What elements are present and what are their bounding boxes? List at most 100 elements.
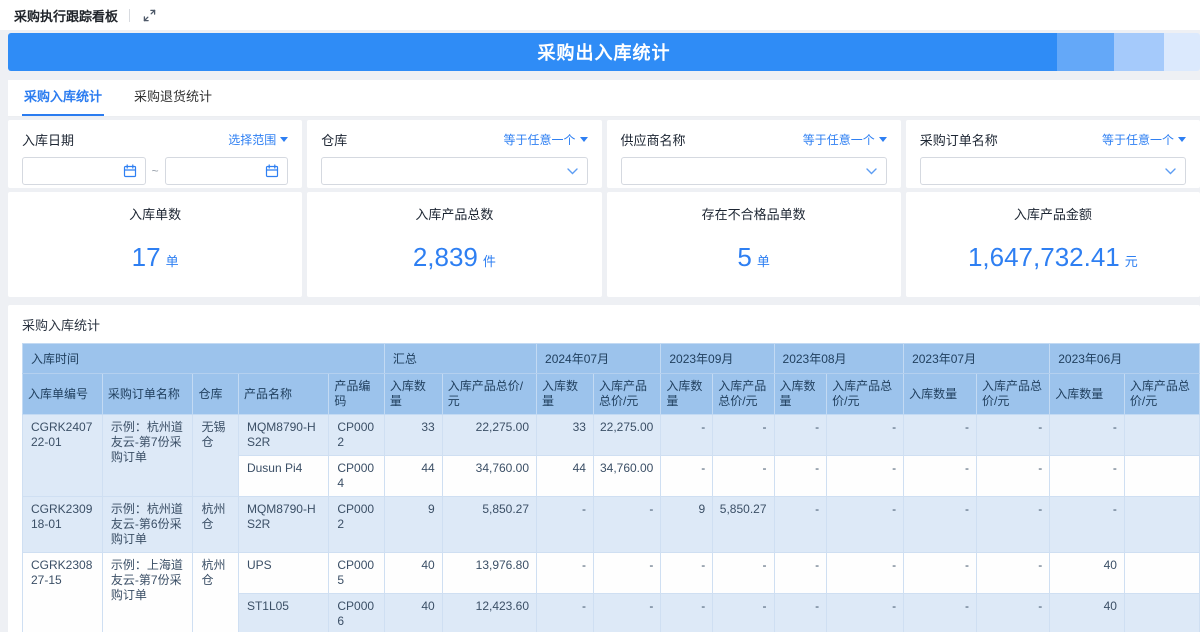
cell-value: -: [773, 552, 828, 594]
kpi-title: 入库单数: [129, 207, 182, 222]
chevron-down-icon: [866, 167, 877, 174]
table-scroll-area[interactable]: 入库时间 汇总 2024年07月 2023年09月 2023年08月 2023年07月 20…: [22, 343, 1200, 632]
kpi-value: 2,839 件: [412, 241, 496, 272]
cell-product-code: CP0002: [328, 414, 385, 456]
date-range-separator: ~: [151, 164, 159, 178]
banner-title: 采购出入库统计: [537, 43, 671, 63]
cell-value: -: [536, 552, 594, 594]
kpi-title: 入库产品总数: [415, 207, 494, 222]
filter-mode-link[interactable]: 等于任意一个: [503, 131, 588, 148]
dashboard-banner: 采购出入库统计: [8, 33, 1200, 71]
cell-value: 34,760.00: [441, 455, 538, 497]
filter-row: 入库日期 选择范围 ~ 仓库 等于任意一个 供应商名称 等于任意一个 采购订单名…: [8, 120, 1200, 188]
cell-value: -: [592, 552, 662, 594]
chevron-down-icon: [566, 167, 578, 174]
cell-value: 22,275.00: [592, 414, 662, 456]
table-row: CGRK230918-01 示例：杭州道友云-第6份采购订单 杭州仓 MQM8790-…: [22, 496, 1200, 553]
cell-value: 9: [383, 496, 443, 553]
cell-value: -: [826, 593, 905, 632]
filter-mode-link[interactable]: 等于任意一个: [803, 131, 887, 148]
column-header: 入库产品总价/元: [712, 373, 775, 415]
cell-product-code: CP0005: [328, 552, 385, 594]
cell-value: -: [536, 593, 594, 632]
column-header: 入库产品总价/元: [441, 373, 538, 415]
column-group-header: 2023年09月: [660, 343, 775, 374]
column-header: 入库数量: [536, 373, 594, 415]
column-header: 入库产品总价/元: [826, 373, 905, 415]
kpi-inbound-amount: 入库产品金额 1,647,732.41 元: [905, 192, 1200, 297]
cell-value: -: [773, 593, 828, 632]
cell-value: -: [1049, 496, 1125, 553]
filter-purchase-order: 采购订单名称 等于任意一个: [905, 120, 1200, 188]
column-group-header: 汇总: [383, 343, 538, 374]
cell-value: [1123, 593, 1200, 632]
purchase-inbound-table: 入库时间 汇总 2024年07月 2023年09月 2023年08月 2023年07月 20…: [22, 343, 1200, 632]
cell-value: 40: [1049, 593, 1125, 632]
cell-warehouse: 杭州仓: [192, 552, 239, 632]
cell-value: -: [826, 414, 905, 456]
calendar-icon: [123, 164, 136, 178]
kpi-title: 入库产品金额: [1013, 207, 1092, 222]
filter-label: 入库日期: [22, 133, 75, 148]
column-header: 入库单编号: [22, 373, 103, 415]
kpi-inbound-product-total: 入库产品总数 2,839 件: [307, 192, 602, 297]
warehouse-select[interactable]: [321, 157, 588, 185]
filter-mode-link[interactable]: 等于任意一个: [1102, 131, 1186, 148]
chevron-down-icon: [1165, 167, 1176, 174]
table-row: CGRK230827-15 示例：上海道友云-第7份采购订单 杭州仓 UPS CP000…: [22, 552, 1200, 632]
cell-receipt-code: CGRK240722-01: [22, 414, 103, 497]
kpi-unit: 单: [756, 253, 770, 269]
cell-value: -: [1049, 414, 1125, 456]
filter-label: 供应商名称: [620, 133, 686, 148]
cell-product-name: ST1L05: [237, 593, 330, 632]
column-header: 仓库: [192, 373, 239, 415]
column-group-header: 2023年08月: [773, 343, 905, 374]
cell-value: 34,760.00: [592, 455, 662, 497]
tab-inbound-stats[interactable]: 采购入库统计: [22, 76, 105, 116]
cell-value: -: [903, 496, 977, 553]
cell-order-name: 示例：杭州道友云-第7份采购订单: [101, 414, 194, 497]
cell-value: -: [903, 414, 977, 456]
filter-warehouse: 仓库 等于任意一个: [307, 120, 602, 188]
kpi-row: 入库单数 17 单 入库产品总数 2,839 件 存在不合格品单数 5单 入库产品金…: [8, 192, 1200, 297]
cell-product-code: CP0002: [328, 496, 385, 553]
cell-value: 22,275.00: [441, 414, 538, 456]
cell-value: 40: [1049, 552, 1125, 594]
cell-value: 44: [383, 455, 443, 497]
cell-value: -: [975, 552, 1051, 594]
kpi-value: 5单: [737, 241, 770, 272]
end-date-input[interactable]: [164, 157, 289, 185]
start-date-input[interactable]: [22, 157, 146, 185]
calendar-icon: [266, 164, 279, 178]
cell-value: -: [826, 455, 905, 497]
column-header: 入库数量: [383, 373, 443, 415]
supplier-select[interactable]: [620, 157, 887, 185]
column-group-header: 2024年07月: [536, 343, 662, 374]
column-header: 入库数量: [1049, 373, 1125, 415]
column-header: 产品编码: [328, 373, 385, 415]
cell-value: -: [773, 414, 828, 456]
tabs-strip: 采购入库统计 采购退货统计: [8, 80, 1200, 117]
cell-value: -: [975, 496, 1051, 553]
cell-value: 40: [383, 552, 443, 594]
cell-value: 12,423.60: [441, 593, 538, 632]
cell-value: -: [773, 496, 828, 553]
cell-value: -: [975, 455, 1051, 497]
fullscreen-expand-icon[interactable]: [141, 7, 157, 23]
column-group-header: 入库时间: [22, 343, 385, 374]
column-header: 采购订单名称: [101, 373, 194, 415]
cell-product-code: CP0004: [328, 455, 385, 497]
cell-value: -: [773, 455, 828, 497]
cell-value: -: [712, 593, 775, 632]
kpi-title: 存在不合格品单数: [701, 207, 806, 222]
cell-product-name: Dusun Pi4: [237, 455, 330, 497]
purchase-order-select[interactable]: [919, 157, 1186, 185]
cell-value: -: [712, 414, 775, 456]
cell-value: 13,976.80: [441, 552, 538, 594]
tab-return-stats[interactable]: 采购退货统计: [132, 76, 214, 116]
filter-mode-link[interactable]: 选择范围: [228, 131, 289, 148]
cell-value: -: [712, 455, 775, 497]
filter-inbound-date: 入库日期 选择范围 ~: [8, 120, 303, 188]
column-header: 入库数量: [660, 373, 714, 415]
cell-product-code: CP0006: [328, 593, 385, 632]
